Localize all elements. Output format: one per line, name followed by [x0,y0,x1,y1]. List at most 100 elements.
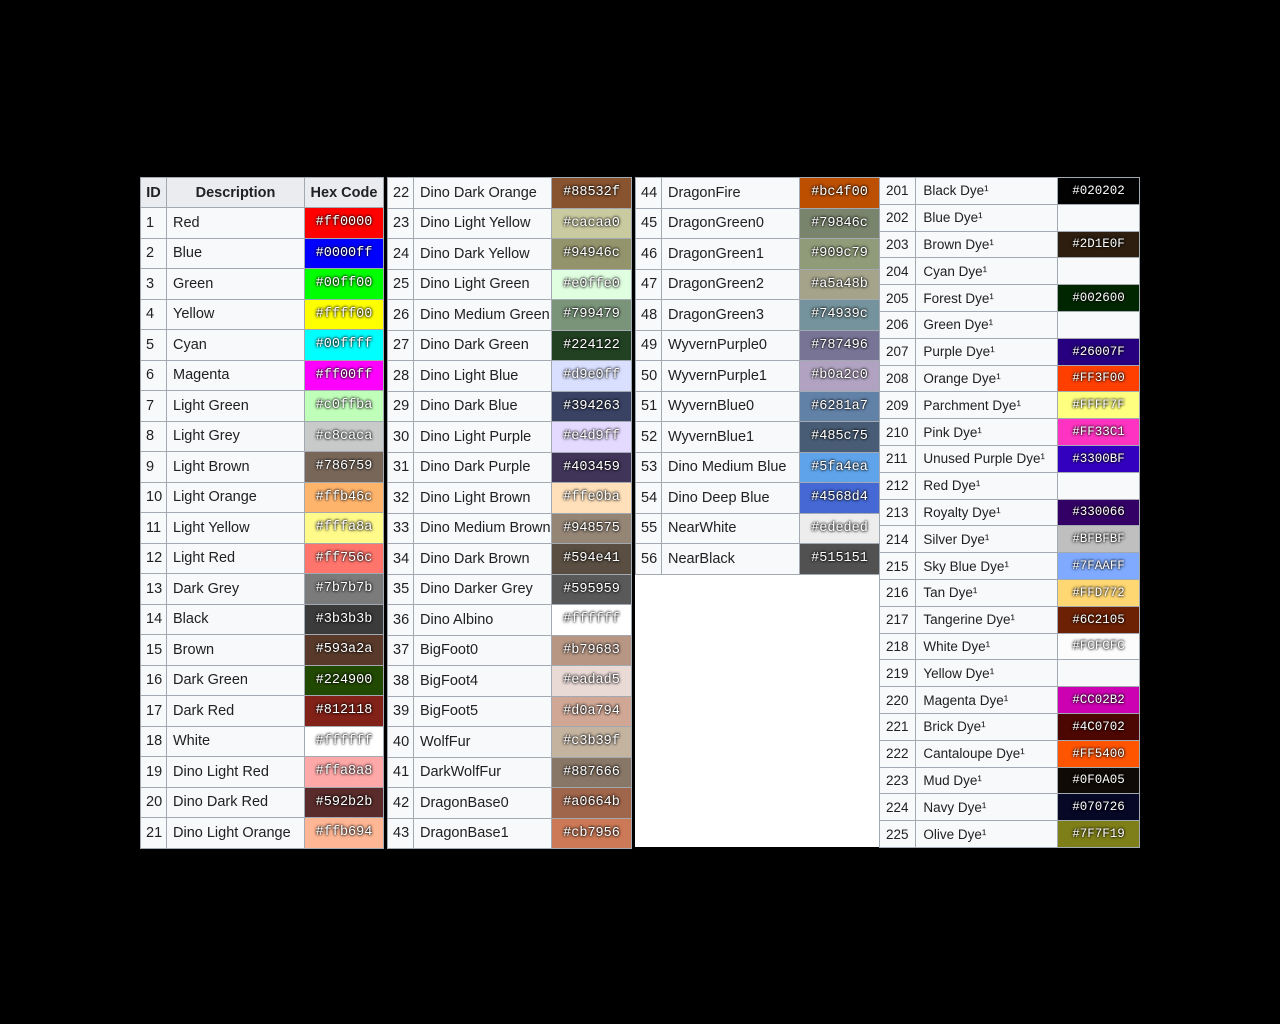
color-description: Light Orange [166,481,305,513]
table-row: 222 Cantaloupe Dye¹ #FF5400 [878,739,1140,768]
color-description: Dino Dark Orange [413,177,552,209]
color-id: 4 [140,298,167,330]
color-swatch-hex: #bc4f00 [799,177,880,209]
table-row: 10 Light Orange #ffb46c [140,481,384,513]
header-hex-code[interactable]: Hex Code [304,177,384,208]
color-swatch-hex: #ededed [799,512,880,544]
color-id: 53 [635,451,662,483]
table-row: 25 Dino Light Green #e0ffe0 [387,268,632,300]
color-description: Dark Green [166,664,305,696]
color-description: Dino Light Orange [166,817,305,849]
color-description: Orange Dye¹ [915,364,1059,393]
color-swatch-hex: #a0664b [551,787,632,819]
table-row: 212 Red Dye¹ [878,471,1140,500]
table-row: 27 Dino Dark Green #224122 [387,329,632,361]
color-swatch-hex: #515151 [799,543,880,575]
table-row: 3 Green #00ff00 [140,268,384,300]
color-id: 213 [878,498,917,527]
color-table-panel-3: 44 DragonFire #bc4f00 45 DragonGreen0 #79846c… [635,177,880,847]
table-row: 219 Yellow Dye¹ [878,659,1140,688]
color-id: 19 [140,756,167,788]
color-description: DragonBase0 [413,787,552,819]
table-header-row: ID Description Hex Code [140,177,384,208]
color-id: 47 [635,268,662,300]
color-description: Sky Blue Dye¹ [915,552,1059,580]
table-row: 207 Purple Dye¹ #26007F [878,337,1140,366]
color-id: 36 [387,604,414,636]
color-swatch-hex: #eadad5 [551,665,632,697]
table-row: 19 Dino Light Red #ffa8a8 [140,756,384,788]
color-id: 52 [635,421,662,453]
color-swatch-hex: #d9e0ff [551,360,632,392]
color-id: 24 [387,238,414,270]
table-row: 7 Light Green #c0ffba [140,390,384,422]
header-id[interactable]: ID [140,177,167,208]
color-swatch-hex: #d0a794 [551,695,632,727]
color-description: Olive Dye¹ [915,820,1059,848]
color-description: Purple Dye¹ [915,337,1059,366]
color-id: 26 [387,299,414,331]
color-description: Light Red [166,542,305,574]
color-id: 216 [878,578,917,607]
color-description: Cantaloupe Dye¹ [915,739,1059,768]
color-description: WyvernPurple0 [661,329,800,361]
table-row: 4 Yellow #ffff00 [140,298,384,330]
table-row: 46 DragonGreen1 #909c79 [635,238,880,270]
table-row: 31 Dino Dark Purple #403459 [387,451,632,483]
color-swatch-hex: #403459 [551,451,632,483]
color-id: 211 [878,444,917,473]
color-table: 22 Dino Dark Orange #88532f 23 Dino Light Ye… [387,177,632,849]
table-row: 225 Olive Dye¹ #7F7F19 [878,820,1140,848]
table-row: 201 Black Dye¹ #020202 [878,177,1140,205]
color-description: WolfFur [413,726,552,758]
color-id: 13 [140,573,167,605]
color-description: Dino Light Purple [413,421,552,453]
color-id: 15 [140,634,167,666]
table-row: 29 Dino Dark Blue #394263 [387,390,632,422]
color-swatch-hex: #e0ffe0 [551,268,632,300]
color-swatch-hex: #74939c [799,299,880,331]
color-id: 48 [635,299,662,331]
color-id: 18 [140,725,167,757]
color-table-panel-1: ID Description Hex Code 1 Red #ff0000 2 Blue… [140,177,384,849]
table-row: 41 DarkWolfFur #887666 [387,756,632,788]
header-description[interactable]: Description [166,177,305,208]
color-description: Brick Dye¹ [915,712,1059,741]
color-swatch-hex: #ffb694 [304,817,384,849]
color-id: 215 [878,552,917,580]
color-id: 44 [635,177,662,209]
color-id: 205 [878,284,917,312]
table-row: 16 Dark Green #224900 [140,664,384,696]
color-id: 203 [878,230,917,259]
color-swatch-hex: #799479 [551,299,632,331]
table-row: 216 Tan Dye¹ #FFD772 [878,578,1140,607]
table-row: 205 Forest Dye¹ #002600 [878,284,1140,312]
color-id: 54 [635,482,662,514]
color-id: 224 [878,793,917,822]
color-description: DragonGreen0 [661,207,800,239]
color-description: Dark Grey [166,573,305,605]
color-id: 3 [140,268,167,300]
color-swatch-hex: #2D1E0F [1057,230,1140,259]
color-id: 41 [387,756,414,788]
color-description: Black [166,603,305,635]
table-row: 217 Tangerine Dye¹ #6C2105 [878,605,1140,634]
table-row: 12 Light Red #ff756c [140,542,384,574]
color-swatch-hex: #812118 [304,695,384,727]
color-description: Light Brown [166,451,305,483]
color-description: Dino Darker Grey [413,573,552,605]
table-row: 18 White #ffffff [140,725,384,757]
color-swatch-hex: #7F7F19 [1057,820,1140,848]
color-description: Light Yellow [166,512,305,544]
color-swatch-hex [1057,310,1140,339]
color-swatch-hex: #00ffff [304,329,384,361]
color-id: 6 [140,359,167,391]
color-description: DragonGreen1 [661,238,800,270]
color-swatch-hex: #224900 [304,664,384,696]
color-swatch-hex: #BFBFBF [1057,525,1140,554]
color-description: NearWhite [661,512,800,544]
table-row: 210 Pink Dye¹ #FF33C1 [878,418,1140,446]
color-id: 27 [387,329,414,361]
color-swatch-hex: #88532f [551,177,632,209]
color-swatch-hex: #cb7956 [551,817,632,849]
